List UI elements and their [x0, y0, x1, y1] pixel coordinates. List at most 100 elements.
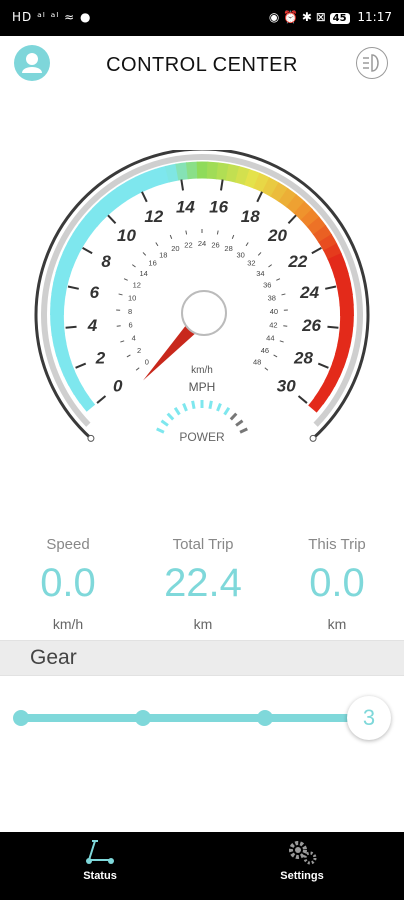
mph-tick-label: 16 [209, 197, 228, 216]
stat-total-trip-label: Total Trip [172, 536, 234, 553]
color-band-segment [53, 342, 69, 357]
speedometer-gauge: 02468101214 1618202224262830 024681012141… [34, 150, 370, 444]
gear-slider[interactable]: 3 [0, 690, 404, 750]
color-band-segment [337, 334, 353, 348]
kmh-tick-label: 2 [137, 346, 141, 355]
color-band-segment [164, 163, 180, 183]
mph-tick-label: 22 [287, 252, 307, 271]
power-meter [156, 400, 248, 434]
minor-tick [279, 340, 284, 343]
color-band-segment [338, 293, 354, 307]
mph-tick-label: 18 [241, 207, 260, 226]
color-band-segment [144, 168, 161, 189]
color-band-segment [107, 187, 127, 208]
mph-tick-label: 6 [90, 283, 100, 302]
nav-status[interactable]: Status [40, 838, 160, 882]
color-band-segment [328, 362, 345, 378]
color-band-segment [79, 396, 96, 412]
power-label: POWER [179, 430, 225, 444]
color-band-segment [334, 343, 351, 358]
gear-stop-2[interactable] [135, 710, 151, 726]
stat-this-trip: This Trip 0.0 km [267, 530, 404, 632]
status-bar: HD ᵃˡ ᵃˡ ≈ ● ◉ ⏰ ✱ ⊠ 45 11:17 [0, 0, 404, 36]
mph-tick-label: 20 [267, 226, 287, 245]
kmh-tick-label: 28 [224, 244, 232, 253]
major-tick [311, 247, 322, 255]
color-band-segment [331, 353, 348, 368]
kmh-tick-label: 20 [171, 244, 179, 253]
power-tick [173, 407, 181, 416]
minor-tick [118, 293, 123, 296]
nav-status-label: Status [83, 870, 117, 882]
nav-settings[interactable]: Settings [242, 838, 362, 882]
minor-tick [135, 367, 140, 371]
battery-badge: 45 [329, 13, 350, 24]
color-band-segment [125, 176, 144, 197]
color-band-segment [261, 177, 280, 198]
color-band-segment [116, 181, 135, 202]
color-band-segment [72, 224, 92, 243]
major-tick [96, 395, 107, 404]
unit-kmh-label: km/h [191, 365, 213, 376]
major-tick [287, 214, 297, 225]
power-tick [156, 427, 165, 434]
minor-tick [185, 230, 188, 235]
color-band-segment [99, 193, 119, 214]
major-tick [82, 247, 93, 255]
minor-tick [276, 278, 281, 281]
color-band-segment [334, 273, 352, 288]
mph-tick-label: 14 [176, 197, 195, 216]
minor-tick [116, 325, 121, 327]
color-band-segment [206, 161, 220, 180]
color-band-segment [73, 387, 90, 404]
major-tick [325, 285, 337, 290]
color-band-segment [185, 161, 199, 180]
gear-slider-thumb[interactable]: 3 [347, 696, 391, 740]
minor-tick [155, 242, 159, 247]
profile-button[interactable] [14, 45, 50, 81]
major-tick [67, 285, 79, 290]
kmh-tick-label: 0 [145, 357, 149, 366]
gears-icon [289, 841, 317, 865]
gear-slider-track[interactable] [20, 714, 368, 722]
kmh-tick-label: 42 [269, 320, 277, 329]
user-icon [22, 53, 42, 73]
mph-tick-label: 4 [87, 316, 98, 335]
headlight-button[interactable] [356, 47, 388, 79]
color-band-segment [58, 251, 77, 269]
color-band-segment [51, 282, 68, 296]
major-tick [317, 362, 329, 369]
kmh-tick-label: 18 [159, 250, 167, 259]
color-band-segment [62, 242, 82, 260]
gauge-hub [181, 290, 227, 336]
color-band-segment [175, 162, 189, 181]
color-band-segment [55, 261, 74, 278]
gear-section-header: Gear [0, 640, 404, 676]
major-tick [297, 395, 308, 404]
kmh-tick-label: 10 [128, 293, 136, 302]
kmh-tick-label: 16 [148, 259, 156, 268]
minor-tick [216, 230, 219, 235]
power-tick [239, 427, 248, 434]
major-tick [327, 325, 339, 329]
minor-tick [169, 234, 173, 239]
stat-total-trip-value: 22.4 [164, 561, 242, 605]
minor-tick [131, 264, 136, 268]
kmh-tick-label: 32 [247, 259, 255, 268]
kmh-tick-label: 14 [139, 269, 147, 278]
gear-label: Gear [30, 646, 77, 669]
gear-stop-3[interactable] [257, 710, 273, 726]
mph-tick-label: 24 [299, 283, 319, 302]
power-tick [216, 402, 222, 412]
color-band-segment [306, 216, 327, 236]
stat-total-trip-unit: km [193, 616, 213, 632]
gear-stop-1[interactable] [13, 710, 29, 726]
mph-tick-label: 30 [277, 377, 296, 396]
arc-end-dot [87, 434, 95, 442]
kmh-tick-label: 6 [129, 320, 133, 329]
color-band-segment [244, 169, 261, 189]
power-tick [182, 402, 188, 412]
color-band-segment [323, 243, 342, 261]
minor-tick [123, 278, 128, 281]
kmh-tick-label: 22 [184, 240, 192, 249]
